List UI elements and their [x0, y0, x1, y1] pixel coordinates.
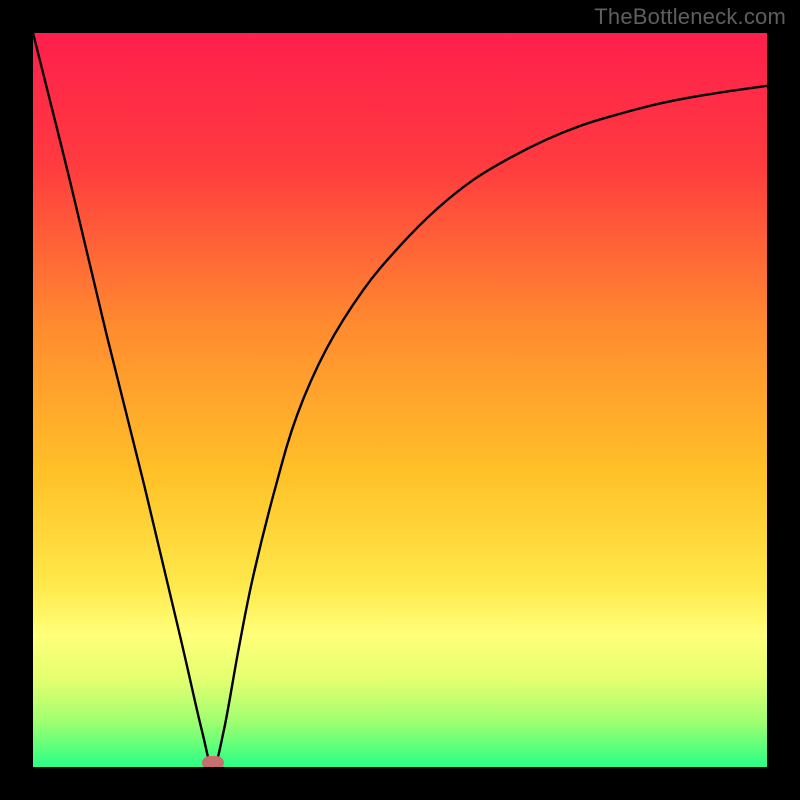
- plot-area: [33, 33, 767, 767]
- chart-frame: TheBottleneck.com: [0, 0, 800, 800]
- watermark-text: TheBottleneck.com: [594, 4, 786, 30]
- bottleneck-curve: [33, 33, 767, 767]
- minimum-marker: [202, 756, 224, 767]
